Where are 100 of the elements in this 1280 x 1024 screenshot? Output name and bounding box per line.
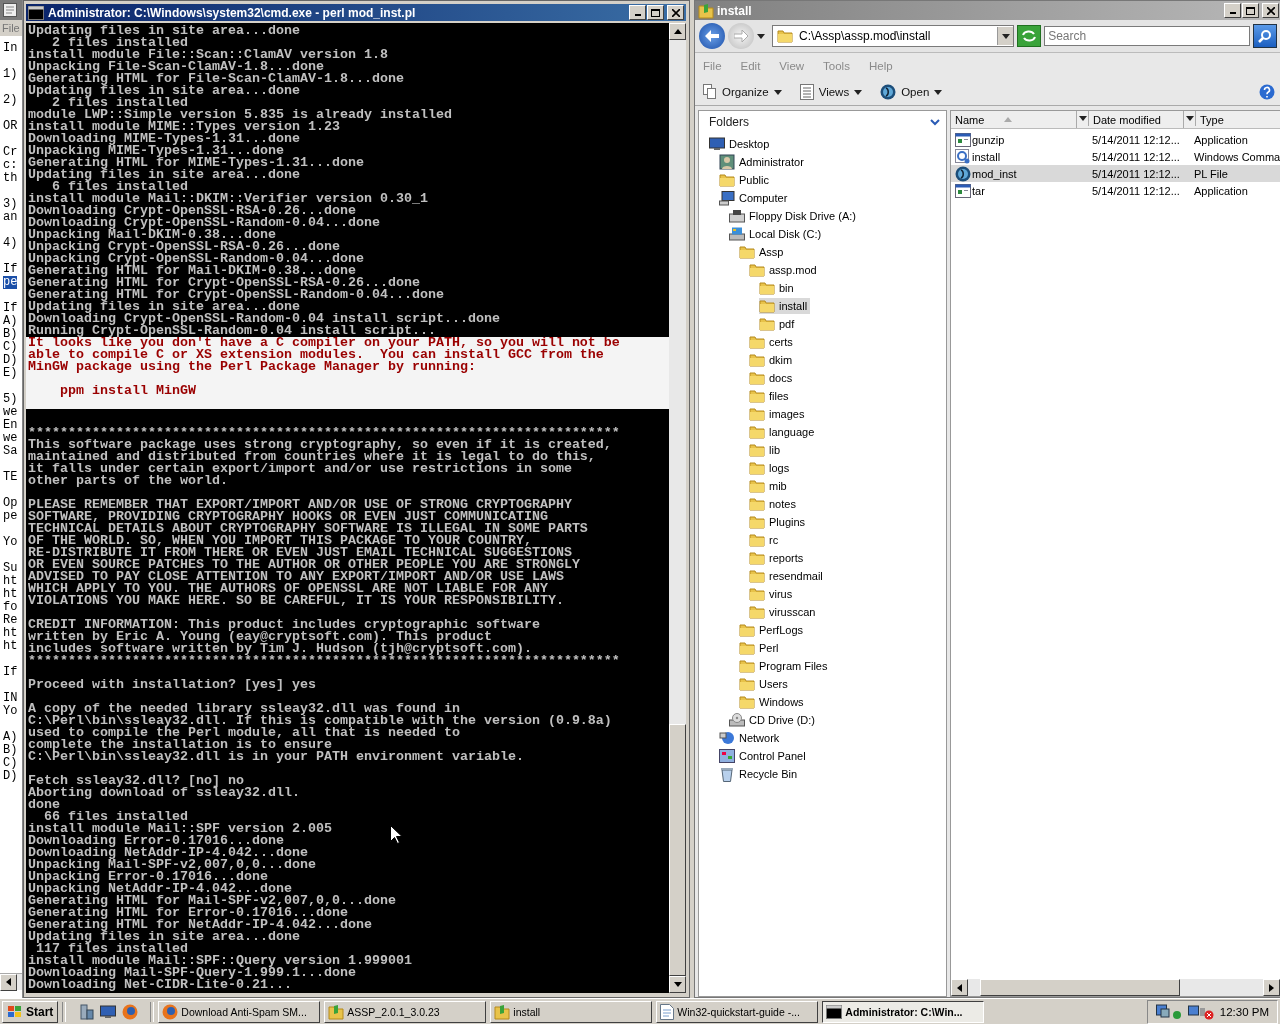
folder-tree-item[interactable]: Local Disk (C:): [729, 226, 825, 242]
text-fragment: D): [3, 354, 18, 367]
maximize-button[interactable]: [1242, 3, 1260, 18]
dropdown-button[interactable]: [997, 27, 1014, 45]
folder-tree-item[interactable]: files: [749, 388, 792, 404]
network-error-icon[interactable]: [1187, 1004, 1214, 1020]
folder-icon: [749, 389, 765, 403]
scroll-left-button[interactable]: [0, 973, 17, 991]
console-line: This software package uses strong cryptography, so even if it is created,: [28, 439, 612, 451]
file-row[interactable]: install 5/14/2011 12:12... Windows Comma: [951, 148, 1280, 165]
server-manager-icon[interactable]: [78, 1004, 95, 1020]
folder-tree-item[interactable]: Network: [719, 730, 783, 746]
folder-tree-item[interactable]: logs: [749, 460, 793, 476]
folder-tree-item[interactable]: Administrator: [719, 153, 807, 171]
text-fragment: IN: [3, 692, 18, 705]
toolbar-button[interactable]: Organize: [701, 82, 784, 102]
folder-tree-item[interactable]: assp.mod: [749, 262, 820, 278]
folder-tree-item[interactable]: Windows: [739, 694, 807, 710]
console-line: Generating HTML for Mail-SPF-v2,007,0,0...done: [28, 895, 396, 907]
folder-tree-item[interactable]: language: [749, 424, 818, 440]
folder-tree-item[interactable]: notes: [749, 496, 799, 512]
column-header[interactable]: Date modified: [1089, 111, 1184, 128]
folder-tree-item[interactable]: mib: [749, 478, 790, 494]
text-fragment: 5): [3, 393, 18, 406]
folder-tree-item[interactable]: install: [759, 298, 811, 314]
scroll-up-button[interactable]: [669, 23, 686, 40]
network-icon: [719, 731, 735, 745]
refresh-button[interactable]: [1017, 25, 1042, 47]
folder-tree-item[interactable]: Public: [719, 172, 772, 188]
close-button[interactable]: [1262, 3, 1280, 18]
column-header[interactable]: Name: [951, 111, 1077, 128]
folder-tree-item[interactable]: Users: [739, 676, 791, 692]
minimize-button[interactable]: [1224, 3, 1242, 18]
folder-tree-item[interactable]: Program Files: [739, 658, 831, 674]
taskbar-button[interactable]: Administrator: C:\Win...: [822, 1001, 985, 1023]
column-dropdown[interactable]: [1077, 111, 1089, 126]
globe-icon: [880, 84, 897, 100]
taskbar-button[interactable]: ASSP_2.0.1_3.0.23: [324, 1001, 487, 1023]
folder-tree-item[interactable]: resendmail: [749, 568, 826, 584]
file-row[interactable]: gunzip 5/14/2011 12:12... Application: [951, 131, 1280, 148]
column-dropdown[interactable]: [1184, 111, 1196, 126]
console-line: Updating files in site area...done: [28, 301, 300, 313]
start-button[interactable]: Start: [2, 1001, 59, 1023]
address-field[interactable]: C:\Assp\assp.mod\install: [772, 25, 1015, 47]
close-button[interactable]: [667, 5, 684, 20]
folder-tree-item[interactable]: dkim: [749, 352, 796, 368]
column-header[interactable]: Type: [1196, 111, 1280, 128]
recycle-bin-icon: [719, 766, 735, 782]
show-desktop-icon[interactable]: [100, 1005, 117, 1019]
network-icon[interactable]: [1155, 1004, 1182, 1020]
up-arrow-icon: [673, 29, 682, 34]
console-line: C:\Perl\bin\ssleay32.dll. If this is compatible with the version (0.9.8a): [28, 715, 612, 727]
folder-icon: [777, 29, 793, 43]
folder-tree-item[interactable]: Plugins: [749, 514, 809, 530]
scrollbar-thumb[interactable]: [980, 979, 1180, 996]
back-button[interactable]: [699, 23, 725, 49]
folder-tree-item[interactable]: rc: [749, 532, 782, 548]
chevron-icon[interactable]: [930, 118, 940, 126]
console-line: install module File::Scan::ClamAV version 1.8: [28, 49, 388, 61]
folder-tree-item[interactable]: Control Panel: [719, 748, 809, 764]
scroll-down-button[interactable]: [669, 976, 686, 993]
folder-tree-item[interactable]: pdf: [759, 316, 798, 332]
folder-tree-item[interactable]: certs: [749, 334, 796, 350]
folder-tree-item[interactable]: PerfLogs: [739, 622, 807, 638]
folder-tree-item[interactable]: Recycle Bin: [719, 765, 801, 783]
console-line: **************************************************************************: [28, 655, 620, 667]
search-button[interactable]: [1253, 24, 1278, 48]
caret-icon: [773, 89, 782, 95]
file-row[interactable]: tar 5/14/2011 12:12... Application: [951, 182, 1280, 199]
folder-icon: [739, 245, 755, 259]
folder-tree-item[interactable]: Perl: [739, 640, 782, 656]
toolbar-button[interactable]: Views: [797, 82, 865, 102]
search-field[interactable]: Search: [1044, 26, 1251, 46]
folder-tree-item[interactable]: reports: [749, 550, 807, 566]
folder-tree-item[interactable]: Computer: [719, 189, 791, 207]
folder-tree-item[interactable]: Floppy Disk Drive (A:): [729, 208, 859, 224]
folder-tree-item[interactable]: bin: [759, 280, 797, 296]
folder-tree-item[interactable]: CD Drive (D:): [729, 712, 818, 728]
scroll-right-button[interactable]: [1263, 979, 1280, 996]
text-fragment: Cr: [3, 146, 18, 159]
taskbar-button[interactable]: Download Anti-Spam SM...: [158, 1001, 321, 1023]
taskbar-button[interactable]: Win32-quickstart-guide -...: [656, 1001, 819, 1023]
taskbar-button[interactable]: install: [490, 1001, 653, 1023]
folder-tree-item[interactable]: virus: [749, 586, 796, 602]
console-line: install module Mail::SPF version 2.005: [28, 823, 332, 835]
folder-icon: [739, 623, 755, 637]
folder-tree-item[interactable]: virusscan: [749, 604, 819, 620]
file-row[interactable]: mod_inst 5/14/2011 12:12... PL File: [951, 165, 1280, 182]
maximize-button[interactable]: [647, 5, 664, 20]
scroll-left-button[interactable]: [951, 979, 968, 996]
scrollbar-thumb[interactable]: [669, 724, 686, 976]
folder-tree-item[interactable]: images: [749, 406, 808, 422]
minimize-button[interactable]: [629, 5, 646, 20]
folder-tree-item[interactable]: Desktop: [709, 136, 773, 152]
windows-flag-icon: [7, 1005, 23, 1019]
folder-tree-item[interactable]: Assp: [739, 244, 787, 260]
folder-tree-item[interactable]: lib: [749, 442, 783, 458]
folder-tree-item[interactable]: docs: [749, 370, 796, 386]
help-icon[interactable]: [1259, 84, 1276, 100]
toolbar-button[interactable]: Open: [878, 82, 945, 102]
